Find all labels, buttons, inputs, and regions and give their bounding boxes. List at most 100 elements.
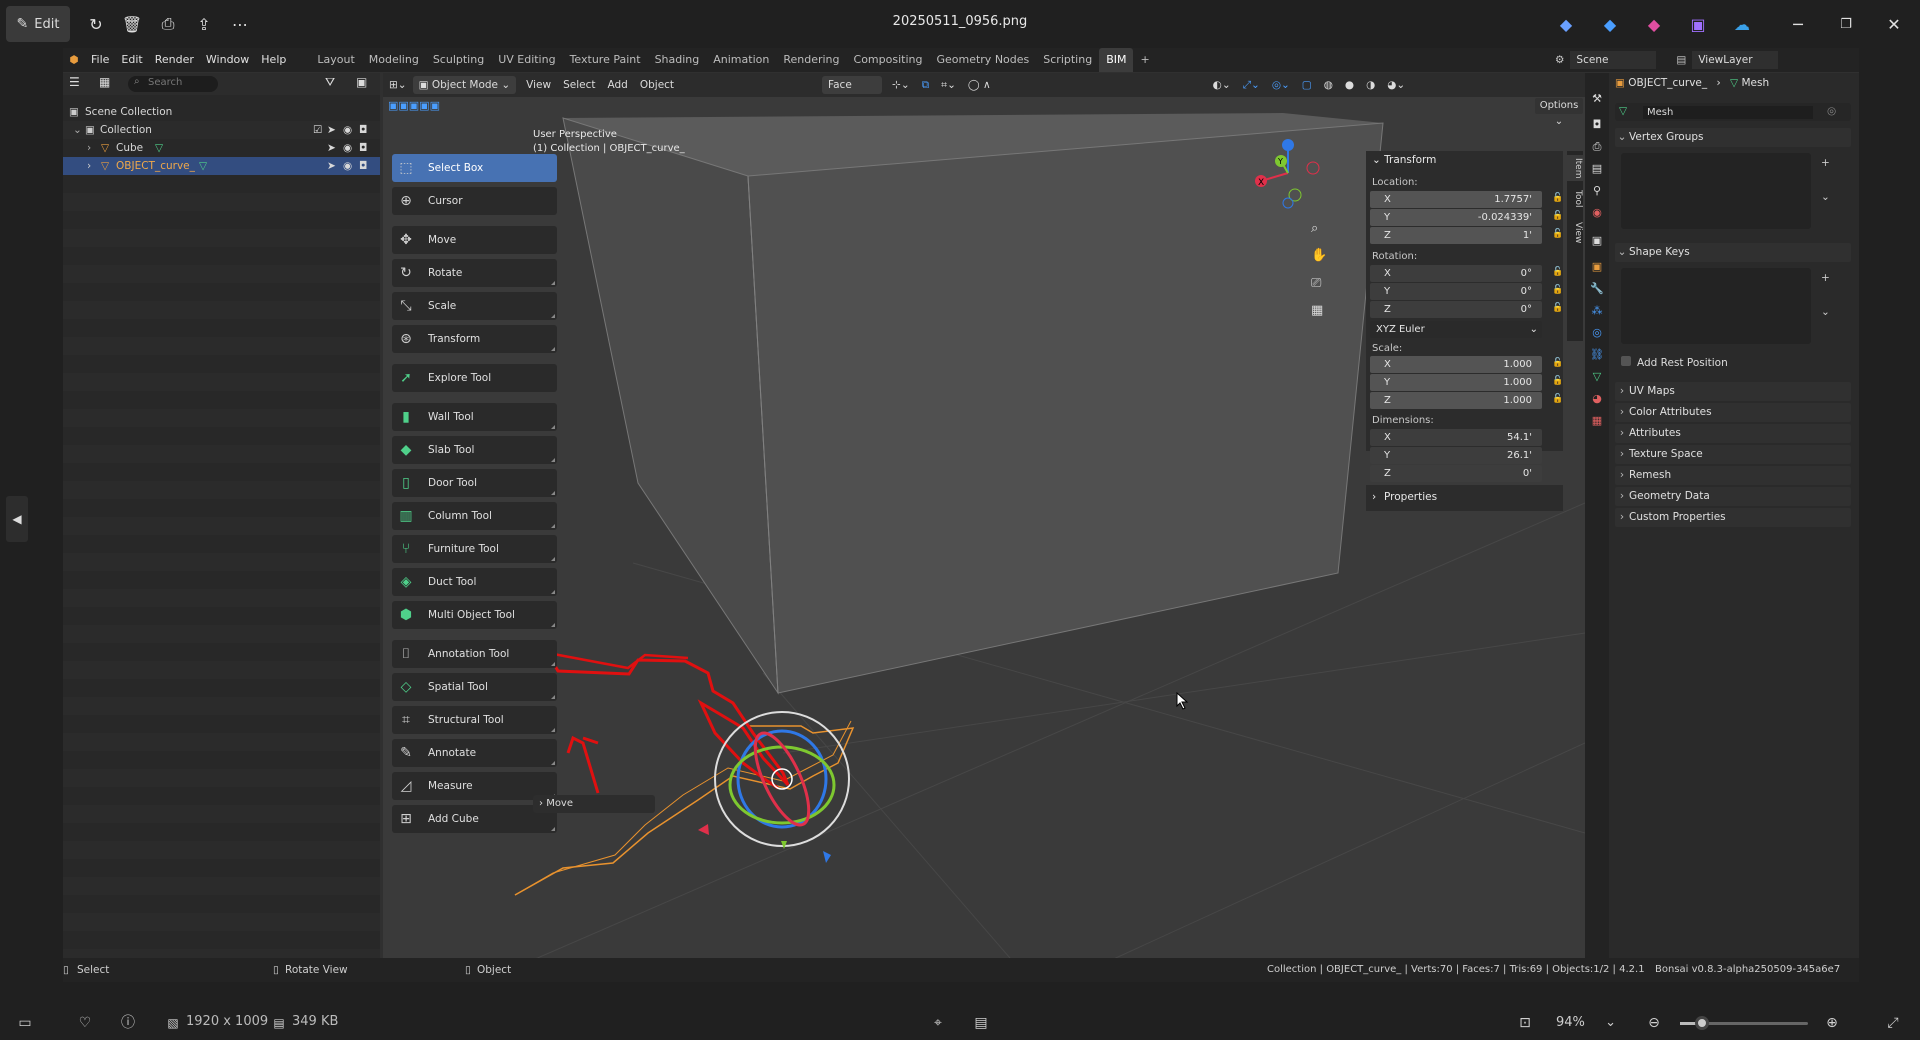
- panel-texture-space[interactable]: › Texture Space: [1615, 445, 1851, 464]
- menu-file[interactable]: File: [85, 48, 115, 72]
- share-icon[interactable]: ⇪: [192, 12, 216, 36]
- onedrive-icon[interactable]: ☁: [1730, 12, 1754, 36]
- transform-header[interactable]: ⌄ Transform: [1372, 154, 1436, 166]
- zoom-level-selector[interactable]: 94% ⌄: [1544, 1009, 1624, 1037]
- tab-animation[interactable]: Animation: [706, 48, 776, 72]
- designer-icon[interactable]: ◆: [1598, 12, 1622, 36]
- select-mode-icons[interactable]: ▣▣▣▣▣: [388, 99, 440, 112]
- lock-icon[interactable]: 🔓: [1552, 193, 1563, 203]
- eye-icon[interactable]: ◉: [343, 157, 352, 175]
- tab-texture-paint[interactable]: Texture Paint: [563, 48, 648, 72]
- camera-icon[interactable]: ◘: [359, 157, 367, 175]
- chevron-down-icon[interactable]: ⌄: [1821, 191, 1830, 203]
- scene-tab-icon[interactable]: ⚲: [1589, 183, 1605, 199]
- vertex-groups-list[interactable]: [1621, 153, 1811, 229]
- tool-door-tool[interactable]: ▯ Door Tool: [392, 469, 557, 497]
- checkbox-icon[interactable]: ☑: [313, 121, 322, 139]
- camera-icon[interactable]: ◘: [359, 139, 367, 157]
- panel-remesh[interactable]: › Remesh: [1615, 466, 1851, 485]
- lock-icon[interactable]: 🔓: [1552, 211, 1563, 221]
- chevron-right-icon[interactable]: ›: [87, 139, 91, 157]
- viewlayer-selector[interactable]: ViewLayer: [1692, 51, 1779, 69]
- fake-user-icon[interactable]: ◎: [1827, 105, 1836, 117]
- tool-select-box[interactable]: ⬚ Select Box: [392, 154, 557, 182]
- location-y-field[interactable]: Y -0.024339': [1370, 209, 1542, 226]
- zoom-view-icon[interactable]: ⌕: [1311, 221, 1318, 236]
- tab-geometry-nodes[interactable]: Geometry Nodes: [929, 48, 1036, 72]
- camera-icon[interactable]: ◘: [359, 121, 367, 139]
- tool-spatial-tool[interactable]: ◇ Spatial Tool: [392, 673, 557, 701]
- tab-view[interactable]: View: [1567, 219, 1583, 247]
- chevron-down-icon[interactable]: ⌄: [1821, 306, 1830, 318]
- search-input[interactable]: ⌕ Search: [128, 76, 218, 92]
- output-tab-icon[interactable]: ⎙: [1589, 139, 1605, 155]
- tool-tab-icon[interactable]: ⚒: [1589, 91, 1605, 107]
- navigation-gizmo[interactable]: X Y: [1243, 133, 1333, 213]
- mesh-data-icon[interactable]: ▽: [155, 139, 163, 157]
- dimensions-z-field[interactable]: Z 0': [1370, 465, 1542, 482]
- menu-window[interactable]: Window: [200, 48, 255, 72]
- tab-layout[interactable]: Layout: [310, 48, 361, 72]
- maximize-icon[interactable]: ❐: [1834, 12, 1858, 36]
- rotation-y-field[interactable]: Y 0°: [1370, 283, 1542, 300]
- render-tab-icon[interactable]: ◘: [1589, 117, 1605, 133]
- filmstrip-icon[interactable]: ▭: [16, 1014, 34, 1032]
- outliner-row-scene-collection[interactable]: ▣ Scene Collection: [63, 103, 380, 121]
- edit-button[interactable]: ✎ Edit: [6, 6, 70, 42]
- camera-view-icon[interactable]: ⎚: [1311, 276, 1321, 291]
- tab-scripting[interactable]: Scripting: [1036, 48, 1099, 72]
- print-icon[interactable]: ⎙: [156, 12, 180, 36]
- tool-annotation-tool[interactable]: ⌷ Annotation Tool: [392, 640, 557, 668]
- zoom-slider-thumb[interactable]: [1695, 1016, 1709, 1030]
- tab-compositing[interactable]: Compositing: [847, 48, 930, 72]
- tool-furniture-tool[interactable]: ⑂ Furniture Tool: [392, 535, 557, 563]
- tab-shading[interactable]: Shading: [648, 48, 707, 72]
- info-icon[interactable]: ⓘ: [119, 1014, 137, 1032]
- constraints-tab-icon[interactable]: ⛓: [1589, 347, 1605, 363]
- scale-z-field[interactable]: Z 1.000: [1370, 392, 1542, 409]
- lock-icon[interactable]: 🔓: [1552, 376, 1563, 386]
- world-tab-icon[interactable]: ◉: [1589, 205, 1605, 221]
- vertex-groups-panel[interactable]: ⌄ Vertex Groups: [1615, 128, 1851, 147]
- snap-settings-icon[interactable]: ⌗⌄: [935, 76, 962, 94]
- text-extract-icon[interactable]: ▤: [972, 1014, 990, 1032]
- dimensions-y-field[interactable]: Y 26.1': [1370, 447, 1542, 464]
- menu-edit[interactable]: Edit: [115, 48, 148, 72]
- tab-tool[interactable]: Tool: [1567, 185, 1583, 213]
- rotate-icon[interactable]: ↻: [84, 12, 108, 36]
- select-arrow-icon[interactable]: ➤: [327, 157, 336, 175]
- zoom-slider[interactable]: [1680, 1016, 1808, 1030]
- add-rest-position-checkbox[interactable]: Add Rest Position: [1621, 356, 1728, 369]
- rotation-z-field[interactable]: Z 0°: [1370, 301, 1542, 318]
- shading-material-icon[interactable]: ◑: [1360, 76, 1381, 94]
- chevron-right-icon[interactable]: ›: [87, 157, 91, 175]
- eye-icon[interactable]: ◉: [343, 139, 352, 157]
- shading-rendered-icon[interactable]: ◕⌄: [1381, 76, 1411, 94]
- viewlayer-icon[interactable]: ▤: [1676, 54, 1686, 66]
- xray-icon[interactable]: ▢: [1296, 76, 1318, 94]
- eye-icon[interactable]: ◉: [343, 121, 352, 139]
- panel-attributes[interactable]: › Attributes: [1615, 424, 1851, 443]
- mesh-data-icon[interactable]: ▽: [199, 157, 207, 175]
- panel-uv-maps[interactable]: › UV Maps: [1615, 382, 1851, 401]
- last-operator-panel[interactable]: › Move: [533, 795, 655, 813]
- physics-tab-icon[interactable]: ◎: [1589, 325, 1605, 341]
- close-icon[interactable]: ✕: [1882, 12, 1906, 36]
- texture-tab-icon[interactable]: ▦: [1589, 413, 1605, 429]
- tool-structural-tool[interactable]: ⌗ Structural Tool: [392, 706, 557, 734]
- fullscreen-icon[interactable]: ⤢: [1884, 1014, 1902, 1032]
- tool-move[interactable]: ✥ Move: [392, 226, 557, 254]
- tab-item[interactable]: Item: [1567, 155, 1583, 181]
- new-collection-icon[interactable]: ▣: [356, 75, 367, 89]
- viewport-menu-add[interactable]: Add: [602, 76, 634, 94]
- collection-tab-icon[interactable]: ▣: [1589, 233, 1605, 249]
- menu-help[interactable]: Help: [255, 48, 292, 72]
- tool-measure[interactable]: ◿ Measure: [392, 772, 557, 800]
- tool-slab-tool[interactable]: ◆ Slab Tool: [392, 436, 557, 464]
- scene-icon[interactable]: ⚙: [1555, 54, 1564, 66]
- chevron-down-icon[interactable]: ⌄: [73, 121, 82, 139]
- delete-icon[interactable]: 🗑: [120, 12, 144, 36]
- mesh-datablock-selector[interactable]: ▽ Mesh ◎: [1615, 103, 1851, 121]
- snap-icon[interactable]: ⧉: [916, 76, 936, 94]
- properties-subpanel[interactable]: › Properties: [1366, 485, 1563, 511]
